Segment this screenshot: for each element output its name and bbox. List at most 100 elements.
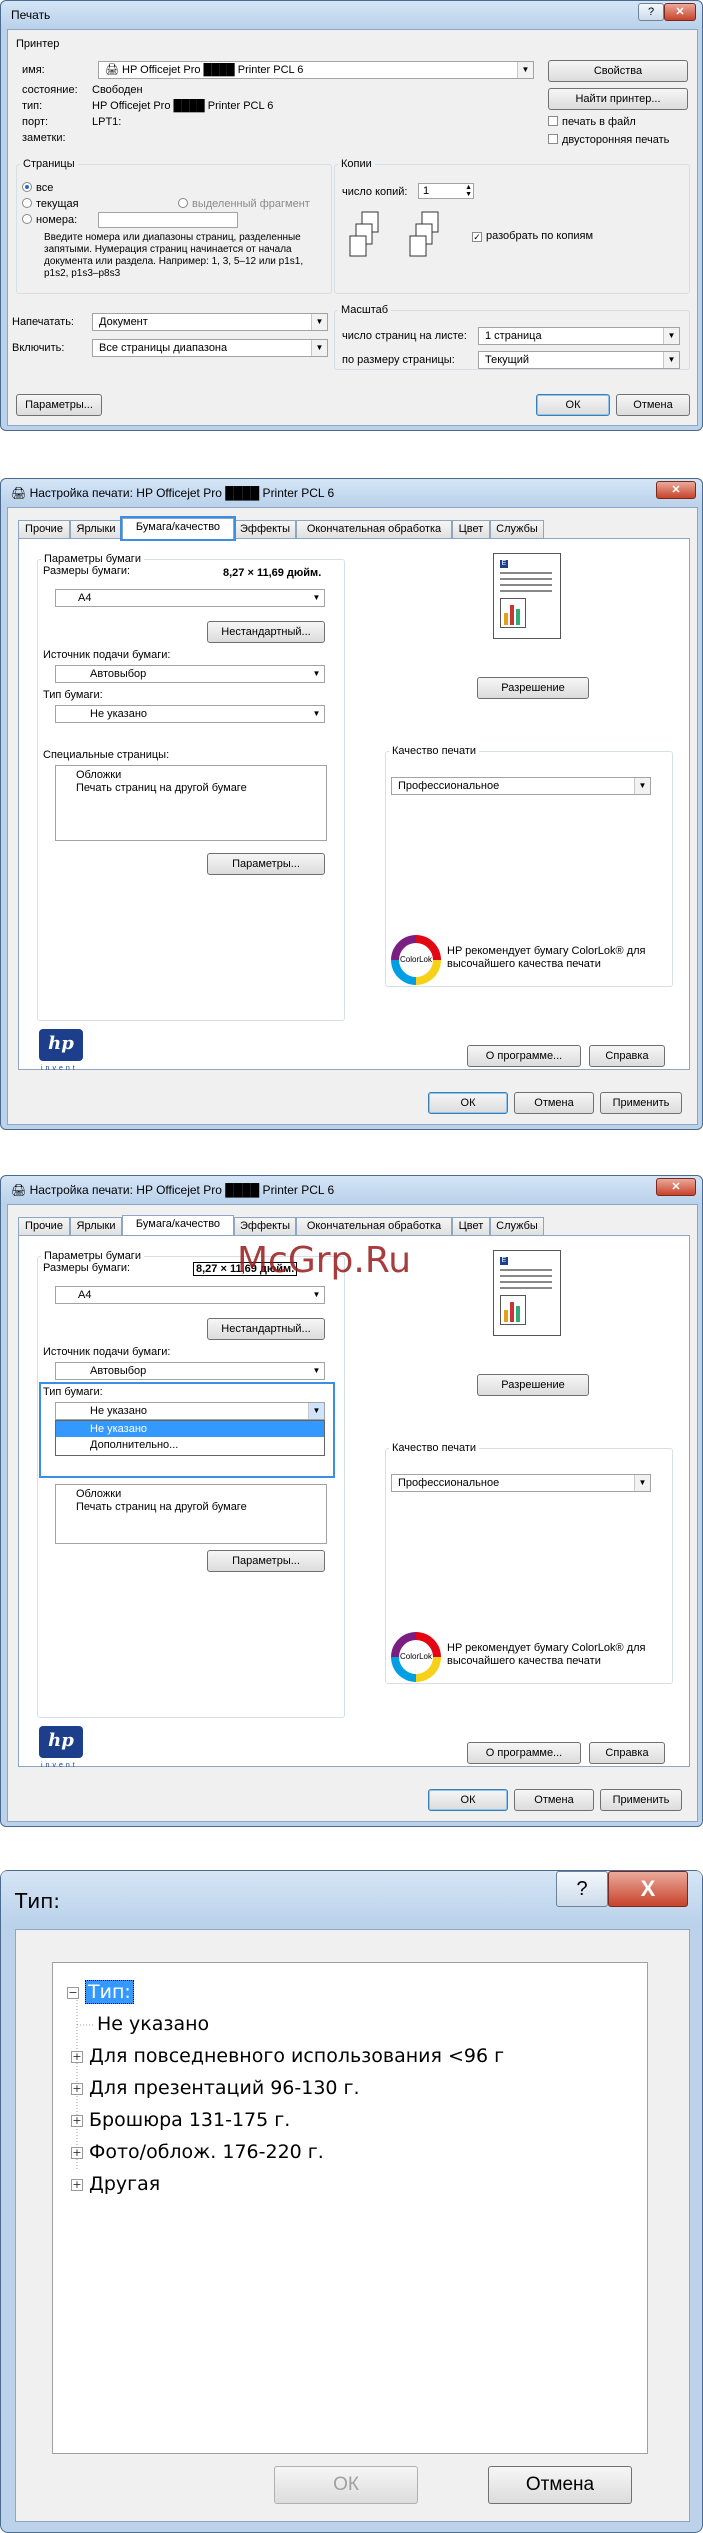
duplex-checkbox[interactable]: двусторонняя печать <box>548 134 669 146</box>
list-item[interactable]: Обложки <box>76 769 306 782</box>
collapse-icon[interactable]: − <box>67 1987 79 1999</box>
colorlok-icon: ColorLok <box>391 935 441 985</box>
custom-size-button[interactable]: Нестандартный... <box>207 1318 325 1340</box>
tab-finishing[interactable]: Окончательная обработка <box>296 520 452 538</box>
pages-range-input[interactable] <box>98 212 238 228</box>
pages-all-radio[interactable]: все <box>22 182 53 194</box>
tab-other[interactable]: Прочие <box>18 1217 70 1235</box>
print-quality-select[interactable]: Профессиональное ▼ <box>391 1474 651 1492</box>
collate-checkbox[interactable]: ✓ разобрать по копиям <box>472 230 593 242</box>
special-pages-list[interactable]: Обложки Печать страниц на другой бумаге <box>55 765 327 841</box>
close-button[interactable]: X <box>608 1871 688 1907</box>
include-select[interactable]: Все страницы диапазона ▼ <box>92 339 328 357</box>
expand-icon[interactable]: + <box>71 2179 83 2191</box>
list-item[interactable]: Обложки <box>76 1488 306 1501</box>
paper-source-select[interactable]: Автовыбор ▼ <box>55 1362 325 1380</box>
chevron-down-icon: ▼ <box>311 340 327 356</box>
print-to-file-checkbox[interactable]: печать в файл <box>548 116 636 128</box>
pages-selection-radio[interactable]: выделенный фрагмент <box>178 198 310 210</box>
options-button[interactable]: Параметры... <box>16 394 102 416</box>
paper-type-select[interactable]: Не указано ▼ <box>55 1402 325 1420</box>
expand-icon[interactable]: + <box>71 2051 83 2063</box>
chevron-down-icon: ▼ <box>517 62 533 78</box>
paper-source-select[interactable]: Автовыбор ▼ <box>55 665 325 683</box>
copies-input[interactable]: 1 ▲ ▼ <box>418 183 474 199</box>
help-button[interactable]: ? <box>556 1871 608 1907</box>
chevron-down-icon: ▼ <box>309 1287 324 1303</box>
tab-services[interactable]: Службы <box>490 1217 544 1235</box>
pages-per-sheet-select[interactable]: 1 страница ▼ <box>478 327 680 345</box>
help-button[interactable]: Справка <box>589 1742 665 1764</box>
apply-button[interactable]: Применить <box>600 1092 682 1114</box>
tree-item-photo-cover[interactable]: + Фото/облож. 176-220 г. <box>71 2141 324 2163</box>
tree-item-unspecified[interactable]: Не указано <box>97 2013 209 2035</box>
tree-item-other[interactable]: + Другая <box>71 2173 160 2195</box>
help-button[interactable]: Справка <box>589 1045 665 1067</box>
tree-item-presentation[interactable]: + Для презентаций 96-130 г. <box>71 2077 360 2099</box>
tab-color[interactable]: Цвет <box>452 1217 490 1235</box>
expand-icon[interactable]: + <box>71 2115 83 2127</box>
ok-button[interactable]: ОК <box>428 1789 508 1811</box>
chevron-down-icon: ▼ <box>309 1363 324 1379</box>
dropdown-option-more[interactable]: Дополнительно... <box>56 1437 324 1453</box>
ok-button[interactable]: ОК <box>274 2466 418 2504</box>
colorlok-icon: ColorLok <box>391 1632 441 1682</box>
tree-item-everyday[interactable]: + Для повседневного использования <96 г <box>71 2045 504 2067</box>
tab-finishing[interactable]: Окончательная обработка <box>296 1217 452 1235</box>
ok-button[interactable]: ОК <box>428 1092 508 1114</box>
cancel-button[interactable]: Отмена <box>616 394 690 416</box>
printer-select[interactable]: 🖨 HP Officejet Pro ████ Printer PCL 6 ▼ <box>98 61 534 79</box>
dropdown-option-unspecified[interactable]: Не указано <box>56 1421 324 1437</box>
chevron-down-icon: ▼ <box>309 706 324 722</box>
help-button[interactable]: ? <box>638 3 664 21</box>
tab-color[interactable]: Цвет <box>452 520 490 538</box>
resolution-button[interactable]: Разрешение <box>477 1374 589 1396</box>
tab-services[interactable]: Службы <box>490 520 544 538</box>
prefs-client: Прочие Ярлыки Бумага/качество Эффекты Ок… <box>7 1204 698 1822</box>
tree-root[interactable]: − Тип: <box>67 1980 134 2004</box>
cancel-button[interactable]: Отмена <box>514 1789 594 1811</box>
paper-size-select[interactable]: A4 ▼ <box>55 1286 325 1304</box>
list-item[interactable]: Печать страниц на другой бумаге <box>76 1501 306 1514</box>
cancel-button[interactable]: Отмена <box>514 1092 594 1114</box>
properties-button[interactable]: Свойства <box>548 60 688 82</box>
custom-size-button[interactable]: Нестандартный... <box>207 621 325 643</box>
close-button[interactable]: ✕ <box>656 481 696 499</box>
tab-paper-quality[interactable]: Бумага/качество <box>122 1215 234 1236</box>
pages-current-radio[interactable]: текущая <box>22 198 79 210</box>
close-button[interactable]: ✕ <box>664 3 696 21</box>
special-pages-list[interactable]: Обложки Печать страниц на другой бумаге <box>55 1484 327 1544</box>
print-quality-label: Качество печати <box>389 745 480 757</box>
find-printer-button[interactable]: Найти принтер... <box>548 88 688 110</box>
list-item[interactable]: Печать страниц на другой бумаге <box>76 782 306 795</box>
about-button[interactable]: О программе... <box>467 1045 581 1067</box>
type-dialog-titlebar: Тип: ? X <box>1 1871 702 1927</box>
scale-select[interactable]: Текущий ▼ <box>478 351 680 369</box>
close-button[interactable]: ✕ <box>656 1178 696 1196</box>
special-pages-settings-button[interactable]: Параметры... <box>207 1550 325 1572</box>
tab-effects[interactable]: Эффекты <box>234 1217 296 1235</box>
special-pages-settings-button[interactable]: Параметры... <box>207 853 325 875</box>
tab-shortcuts[interactable]: Ярлыки <box>70 520 122 538</box>
tree-item-brochure[interactable]: + Брошюра 131-175 г. <box>71 2109 290 2131</box>
tab-other[interactable]: Прочие <box>18 520 70 538</box>
expand-icon[interactable]: + <box>71 2147 83 2159</box>
cancel-button[interactable]: Отмена <box>488 2466 632 2504</box>
tab-paper-quality[interactable]: Бумага/качество <box>120 516 236 541</box>
print-quality-select[interactable]: Профессиональное ▼ <box>391 777 651 795</box>
apply-button[interactable]: Применить <box>600 1789 682 1811</box>
tab-shortcuts[interactable]: Ярлыки <box>70 1217 122 1235</box>
paper-source-label: Источник подачи бумаги: <box>43 1346 171 1358</box>
print-what-select[interactable]: Документ ▼ <box>92 313 328 331</box>
tab-effects[interactable]: Эффекты <box>234 520 296 538</box>
paper-type-select[interactable]: Не указано ▼ <box>55 705 325 723</box>
paper-size-select[interactable]: A4 ▼ <box>55 589 325 607</box>
resolution-button[interactable]: Разрешение <box>477 677 589 699</box>
spinner-icon[interactable]: ▲ ▼ <box>465 184 472 198</box>
prefs-dialog-title: Настройка печати: HP Officejet Pro ████ … <box>29 1183 335 1197</box>
pages-range-radio[interactable]: номера: <box>22 214 77 226</box>
expand-icon[interactable]: + <box>71 2083 83 2095</box>
ok-button[interactable]: ОК <box>536 394 610 416</box>
printer-group-label: Принтер <box>16 38 60 50</box>
about-button[interactable]: О программе... <box>467 1742 581 1764</box>
